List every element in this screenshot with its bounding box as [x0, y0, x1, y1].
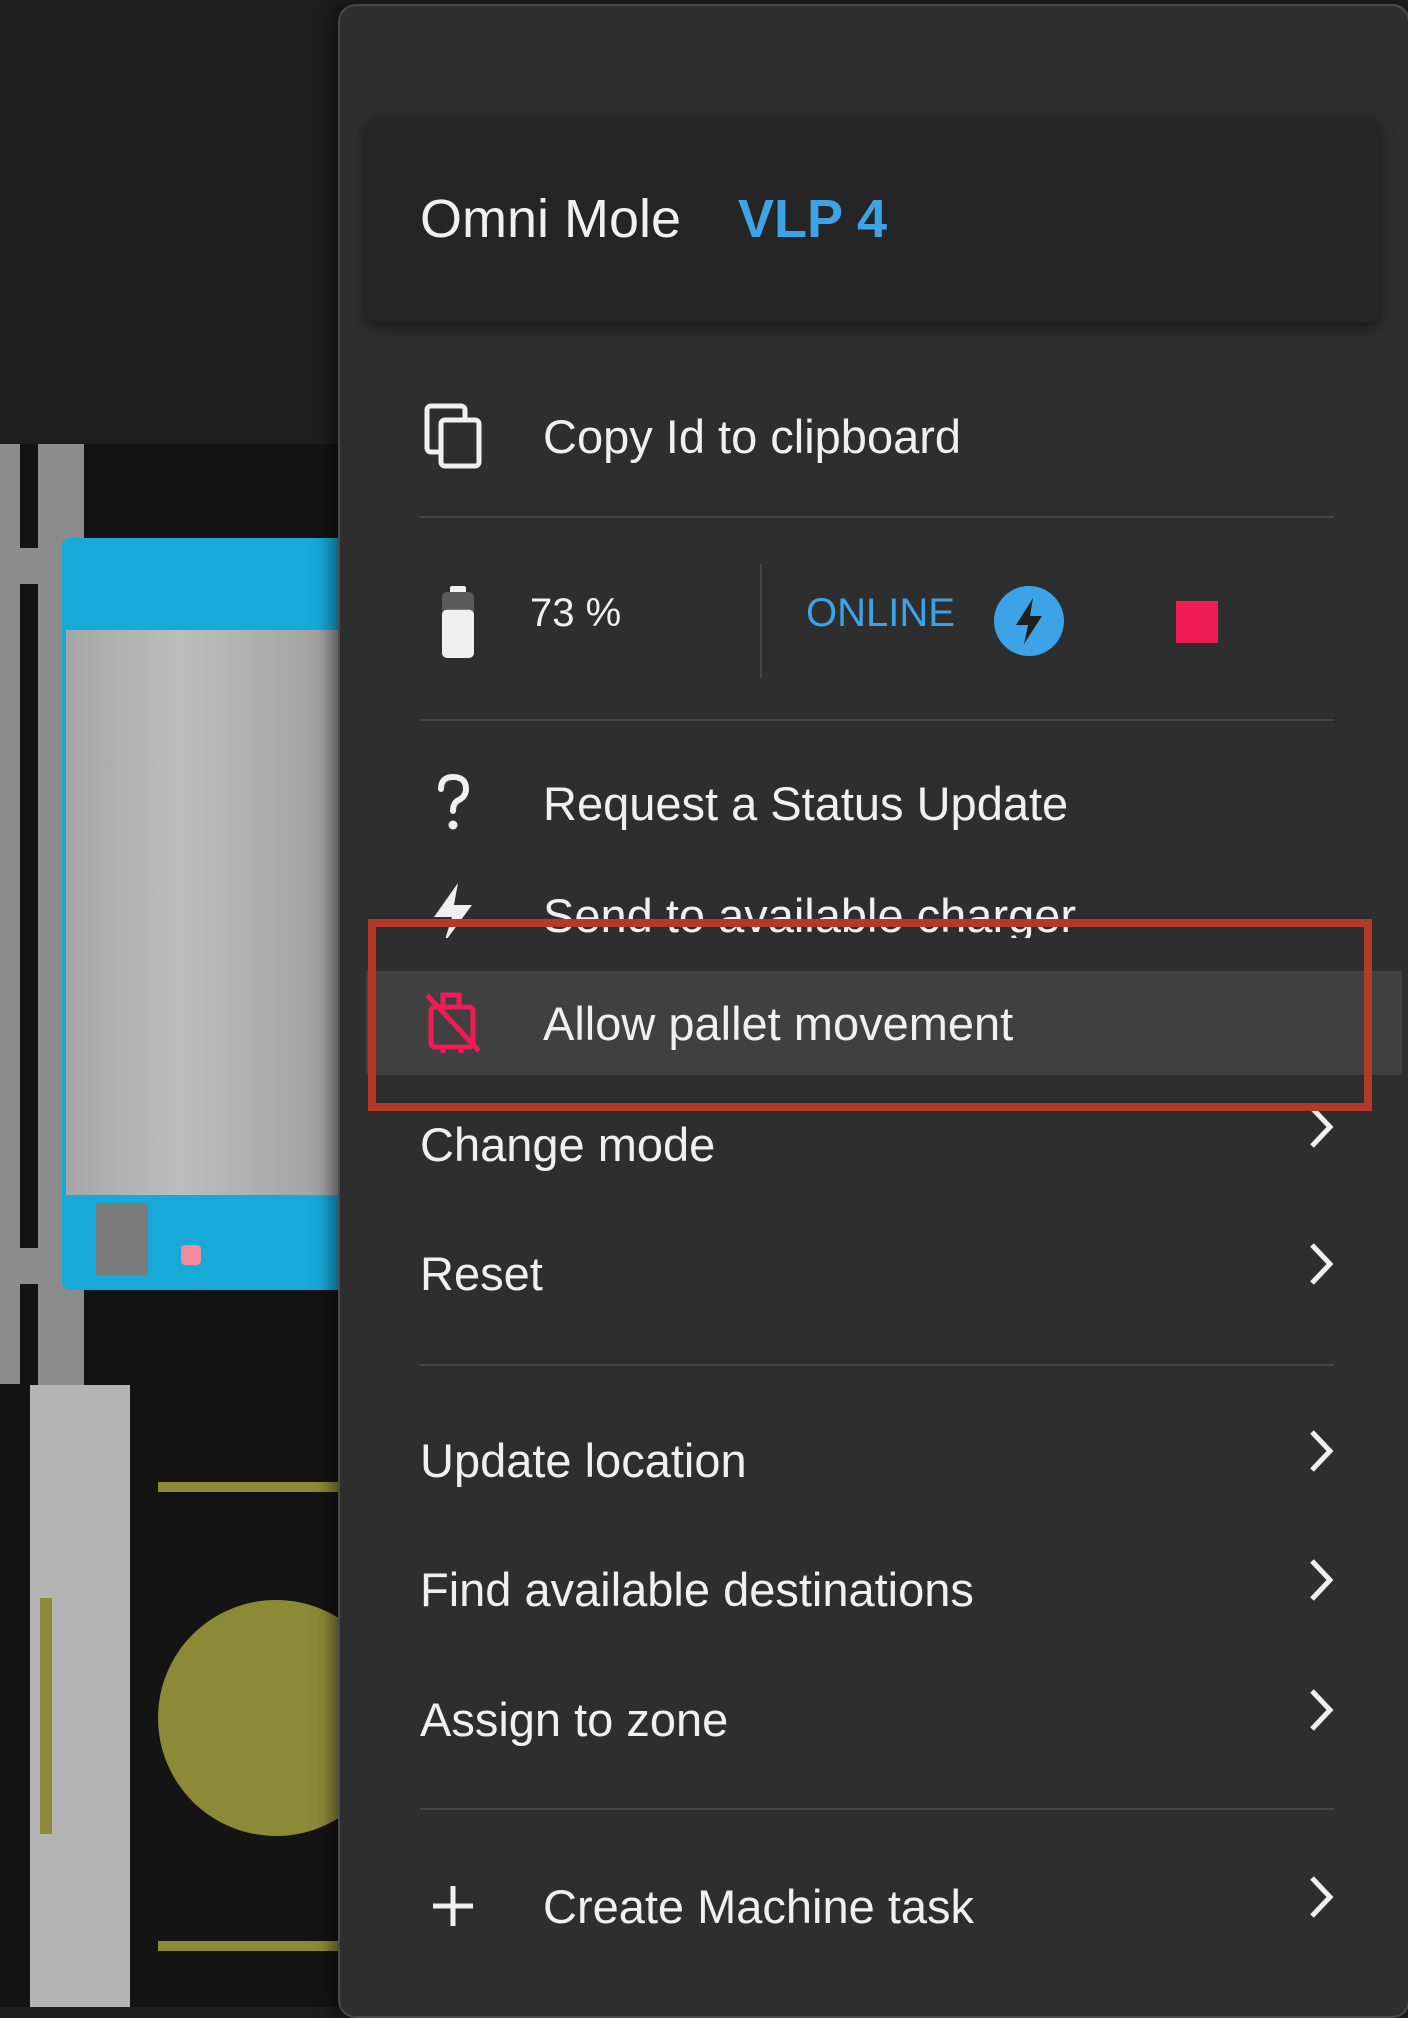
- copy-id-label: Copy Id to clipboard: [543, 409, 962, 463]
- send-to-charger-label: Send to available charger: [543, 889, 1077, 938]
- copy-icon: [416, 399, 490, 473]
- update-location-menu[interactable]: Update location: [366, 1408, 1402, 1512]
- chevron-right-icon: [1300, 1239, 1340, 1289]
- divider: [420, 719, 1334, 721]
- create-machine-task-label: Create Machine task: [543, 1879, 975, 1933]
- status-separator: [760, 564, 762, 678]
- change-mode-menu[interactable]: Change mode: [366, 1092, 1402, 1196]
- reset-menu[interactable]: Reset: [366, 1221, 1402, 1325]
- divider: [420, 1808, 1334, 1810]
- create-machine-task-menu[interactable]: Create Machine task: [366, 1854, 1402, 1958]
- find-destinations-label: Find available destinations: [420, 1562, 974, 1616]
- map-marker: [158, 1482, 348, 1492]
- map-machine-window: [66, 630, 356, 1195]
- lightning-icon: [416, 876, 490, 938]
- change-mode-label: Change mode: [420, 1117, 716, 1171]
- machine-context-menu: Omni Mole VLP 4 Copy Id to clipboard 73 …: [338, 4, 1408, 2018]
- map-machine-port: [96, 1203, 148, 1275]
- update-location-label: Update location: [420, 1433, 747, 1487]
- status-row: 73 % ONLINE: [366, 546, 1402, 696]
- divider: [420, 516, 1334, 518]
- machine-type-title: Omni Mole: [420, 189, 682, 249]
- find-destinations-menu[interactable]: Find available destinations: [366, 1537, 1402, 1641]
- battery-icon: [438, 586, 478, 665]
- pallet-blocked-icon: [416, 986, 490, 1060]
- copy-id-button[interactable]: Copy Id to clipboard: [366, 384, 1402, 488]
- chevron-right-icon: [1300, 1685, 1340, 1735]
- chevron-right-icon: [1300, 1872, 1340, 1922]
- question-icon: [416, 766, 490, 840]
- map-rail: [0, 444, 20, 1384]
- stop-indicator[interactable]: [1176, 601, 1218, 643]
- request-status-update-label: Request a Status Update: [543, 776, 1069, 830]
- battery-percentage: 73 %: [530, 591, 622, 635]
- assign-zone-menu[interactable]: Assign to zone: [366, 1667, 1402, 1771]
- map-machine-led: [181, 1245, 201, 1265]
- charging-status-icon: [994, 586, 1064, 656]
- machine-id: VLP 4: [738, 189, 888, 249]
- map-marker: [158, 1941, 348, 1951]
- map-marker: [40, 1598, 52, 1834]
- send-to-charger-button[interactable]: Send to available charger: [366, 858, 1402, 938]
- reset-label: Reset: [420, 1246, 543, 1300]
- connection-status: ONLINE: [806, 591, 955, 635]
- request-status-update-button[interactable]: Request a Status Update: [366, 751, 1402, 855]
- allow-pallet-movement-button[interactable]: Allow pallet movement: [366, 971, 1402, 1075]
- map-rail: [0, 1248, 64, 1284]
- chevron-right-icon: [1300, 1426, 1340, 1476]
- divider: [420, 1364, 1334, 1366]
- allow-pallet-movement-label: Allow pallet movement: [543, 996, 1014, 1050]
- plus-icon: [416, 1869, 490, 1943]
- chevron-right-icon: [1300, 1102, 1340, 1152]
- map-rail: [0, 548, 64, 584]
- assign-zone-label: Assign to zone: [420, 1692, 729, 1746]
- menu-header: Omni Mole VLP 4: [366, 116, 1380, 322]
- chevron-right-icon: [1300, 1555, 1340, 1605]
